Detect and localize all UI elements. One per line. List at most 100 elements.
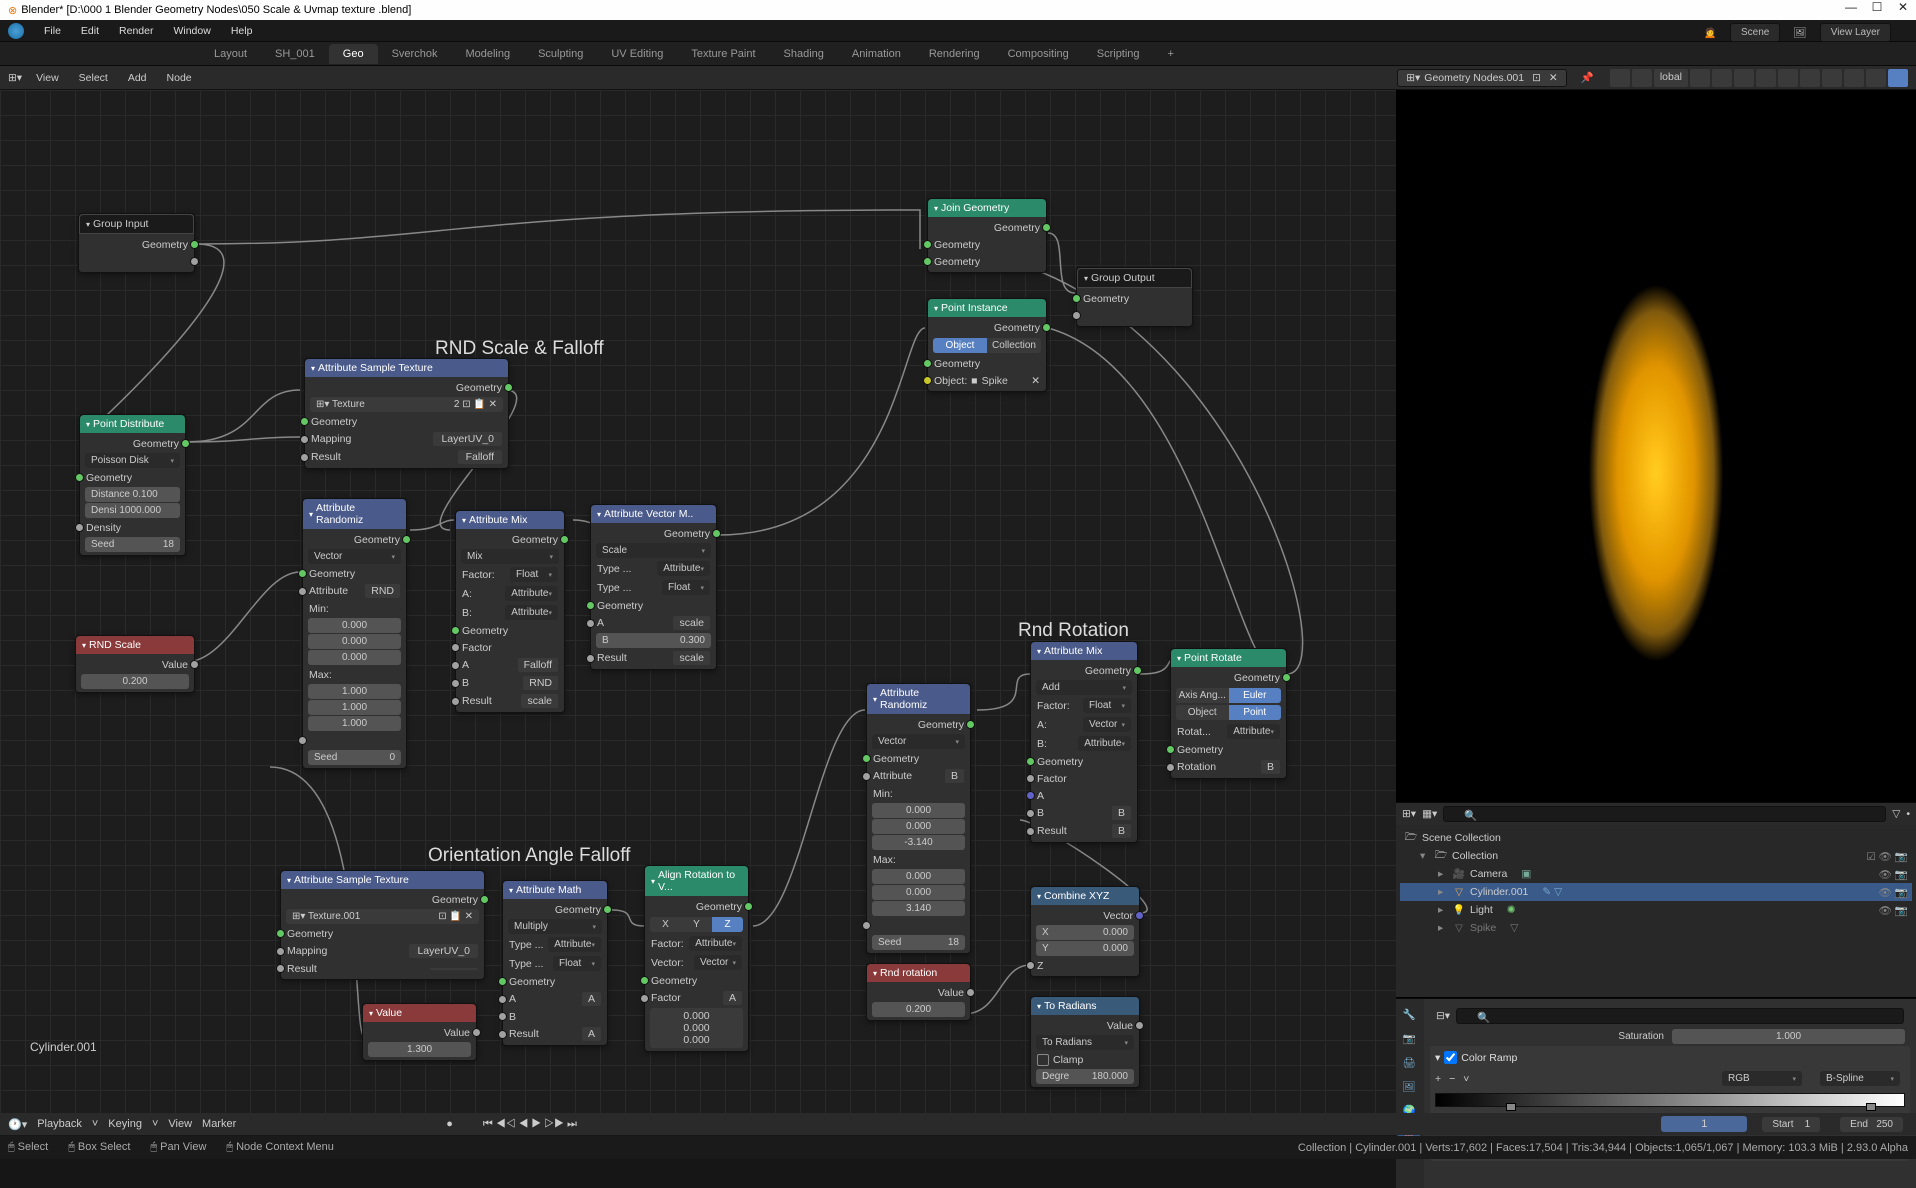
ic8[interactable] bbox=[1844, 69, 1864, 87]
menu-window[interactable]: Window bbox=[163, 25, 220, 37]
ic2[interactable] bbox=[1712, 69, 1732, 87]
ramp-del[interactable]: − bbox=[1449, 1073, 1455, 1085]
filter-icon[interactable]: ▽ bbox=[1892, 808, 1900, 820]
snap-icon[interactable] bbox=[1610, 69, 1630, 87]
ic7[interactable] bbox=[1822, 69, 1842, 87]
tab-sh001[interactable]: SH_001 bbox=[261, 44, 329, 64]
hdr-select[interactable]: Select bbox=[73, 72, 114, 84]
scene-field[interactable]: Scene bbox=[1730, 23, 1780, 42]
node-attr-randomize-2[interactable]: Attribute Randomiz Geometry Vector Geome… bbox=[866, 683, 971, 954]
node-attr-sample-tex-1[interactable]: Attribute Sample Texture Geometry ⊞▾ Tex… bbox=[304, 358, 509, 469]
minimize-btn[interactable]: — bbox=[1838, 0, 1864, 14]
node-editor[interactable]: Group Input Geometry Join Geometry Geome… bbox=[0, 90, 1396, 1134]
ic9[interactable] bbox=[1866, 69, 1886, 87]
prop-view-icon[interactable]: 🖼 bbox=[1398, 1075, 1420, 1097]
ic4[interactable] bbox=[1756, 69, 1776, 87]
ic3[interactable] bbox=[1734, 69, 1754, 87]
tab-render[interactable]: Rendering bbox=[915, 44, 994, 64]
node-attr-mix-2[interactable]: Attribute Mix Geometry Add Factor:Float … bbox=[1030, 641, 1138, 843]
outliner-search[interactable]: 🔍 bbox=[1443, 806, 1886, 822]
tree-scene-collection[interactable]: 🗁Scene Collection bbox=[1400, 829, 1912, 847]
close-btn[interactable]: ✕ bbox=[1890, 0, 1916, 14]
color-ramp[interactable] bbox=[1435, 1093, 1905, 1107]
hdr-view[interactable]: View bbox=[30, 72, 65, 84]
tab-geo[interactable]: Geo bbox=[329, 44, 378, 64]
frame-start[interactable]: Start 1 bbox=[1762, 1117, 1820, 1132]
node-attr-sample-tex-2[interactable]: Attribute Sample Texture Geometry ⊞▾ Tex… bbox=[280, 870, 485, 980]
saturation-field[interactable]: 1.000 bbox=[1672, 1029, 1905, 1044]
tab-texpaint[interactable]: Texture Paint bbox=[677, 44, 769, 64]
orient-field[interactable]: lobal bbox=[1654, 69, 1688, 87]
tab-anim[interactable]: Animation bbox=[838, 44, 915, 64]
node-combine-xyz[interactable]: Combine XYZ Vector X0.000 Y0.000 Z bbox=[1030, 886, 1140, 977]
prop-tool-icon[interactable]: 🔧 bbox=[1398, 1003, 1420, 1025]
frame-current[interactable]: 1 bbox=[1661, 1116, 1747, 1132]
btm-marker[interactable]: Marker bbox=[202, 1118, 236, 1130]
frame-end[interactable]: End 250 bbox=[1840, 1117, 1903, 1132]
hdr-add[interactable]: Add bbox=[122, 72, 153, 84]
tab-sverchok[interactable]: Sverchok bbox=[378, 44, 452, 64]
node-attr-randomize-1[interactable]: Attribute Randomiz Geometry Vector Geome… bbox=[302, 498, 407, 769]
clamp-checkbox[interactable] bbox=[1037, 1054, 1049, 1066]
frame-title-rot: Rnd Rotation bbox=[1018, 620, 1129, 642]
menu-file[interactable]: File bbox=[34, 25, 71, 37]
main-menu: File Edit Render Window Help 🙍Scene 🖼Vie… bbox=[0, 20, 1916, 42]
maximize-btn[interactable]: ☐ bbox=[1864, 0, 1890, 14]
magnet-icon[interactable] bbox=[1632, 69, 1652, 87]
tab-modeling[interactable]: Modeling bbox=[451, 44, 524, 64]
render-preview[interactable] bbox=[1396, 90, 1916, 800]
viewlayer-field[interactable]: View Layer bbox=[1820, 23, 1891, 42]
btm-keying[interactable]: Keying bbox=[108, 1118, 142, 1130]
tab-layout[interactable]: Layout bbox=[200, 44, 261, 64]
node-point-instance[interactable]: Point Instance Geometry ObjectCollection… bbox=[927, 298, 1047, 392]
btm-view[interactable]: View bbox=[168, 1118, 192, 1130]
node-rnd-scale[interactable]: RND Scale Value 0.200 bbox=[75, 635, 195, 693]
node-rnd-rotation[interactable]: Rnd rotation Value 0.200 bbox=[866, 963, 971, 1021]
tab-sculpting[interactable]: Sculpting bbox=[524, 44, 597, 64]
ic6[interactable] bbox=[1800, 69, 1820, 87]
transport-controls[interactable]: ⏮ ◀◁ ◀ ▶ ▷▶ ⏭ bbox=[483, 1118, 577, 1131]
node-point-distribute[interactable]: Point Distribute Geometry Poisson Disk G… bbox=[79, 414, 186, 556]
ramp-menu[interactable]: ˅ bbox=[1463, 1073, 1469, 1085]
btm-playback[interactable]: Playback bbox=[37, 1118, 82, 1130]
node-group-output[interactable]: Group Output Geometry bbox=[1076, 267, 1193, 327]
tree-camera[interactable]: ▸🎥Camera▣👁 📷 bbox=[1400, 865, 1912, 883]
ic1[interactable] bbox=[1690, 69, 1710, 87]
tree-spike[interactable]: ▸▽Spike▽ bbox=[1400, 919, 1912, 937]
node-attr-mix-1[interactable]: Attribute Mix Geometry Mix Factor:Float … bbox=[455, 510, 565, 713]
prop-output-icon[interactable]: 🖨 bbox=[1398, 1051, 1420, 1073]
tree-cylinder[interactable]: ▸▽Cylinder.001✎ ▽👁 📷 bbox=[1400, 883, 1912, 901]
colorramp-enable[interactable] bbox=[1444, 1051, 1457, 1064]
node-attr-math[interactable]: Attribute Math Geometry Multiply Type ..… bbox=[502, 880, 608, 1046]
menu-edit[interactable]: Edit bbox=[71, 25, 109, 37]
pin-icon[interactable]: 📌 bbox=[1581, 71, 1594, 84]
tree-light[interactable]: ▸💡Light✺👁 📷 bbox=[1400, 901, 1912, 919]
prop-render-icon[interactable]: 📷 bbox=[1398, 1027, 1420, 1049]
tab-add[interactable]: + bbox=[1154, 44, 1188, 64]
tab-shading[interactable]: Shading bbox=[770, 44, 838, 64]
node-group-input[interactable]: Group Input Geometry bbox=[78, 213, 195, 273]
hdr-node[interactable]: Node bbox=[161, 72, 198, 84]
render-result bbox=[1536, 165, 1776, 725]
ic5[interactable] bbox=[1778, 69, 1798, 87]
ramp-add[interactable]: + bbox=[1435, 1073, 1441, 1085]
nodegroup-field[interactable]: ⊞▾Geometry Nodes.001⊡✕ bbox=[1397, 69, 1567, 87]
node-point-rotate[interactable]: Point Rotate Geometry Axis Ang...Euler O… bbox=[1170, 648, 1287, 779]
node-align-rotation[interactable]: Align Rotation to V... Geometry XYZ Fact… bbox=[644, 865, 749, 1052]
node-value[interactable]: Value Value 1.300 bbox=[362, 1003, 477, 1061]
tab-comp[interactable]: Compositing bbox=[994, 44, 1083, 64]
tree-collection[interactable]: ▾🗁Collection☑ 👁 📷 bbox=[1400, 847, 1912, 865]
tab-script[interactable]: Scripting bbox=[1083, 44, 1154, 64]
frame-title-orient: Orientation Angle Falloff bbox=[428, 845, 630, 867]
node-editor-header: ⊞▾ View Select Add Node ⊞▾Geometry Nodes… bbox=[0, 66, 1916, 90]
node-attr-vector-math[interactable]: Attribute Vector M.. Geometry Scale Type… bbox=[590, 504, 717, 670]
node-to-radians[interactable]: To Radians Value To Radians Clamp Degre1… bbox=[1030, 996, 1140, 1088]
tab-uv[interactable]: UV Editing bbox=[597, 44, 677, 64]
menu-render[interactable]: Render bbox=[109, 25, 163, 37]
menu-help[interactable]: Help bbox=[221, 25, 263, 37]
node-join-geometry[interactable]: Join Geometry Geometry Geometry Geometry bbox=[927, 198, 1047, 273]
blender-logo-icon[interactable] bbox=[8, 23, 24, 39]
props-search[interactable]: 🔍 bbox=[1456, 1008, 1904, 1024]
colorramp-panel[interactable]: ▾Color Ramp bbox=[1435, 1051, 1905, 1064]
shade-rendered-icon[interactable] bbox=[1888, 69, 1908, 87]
